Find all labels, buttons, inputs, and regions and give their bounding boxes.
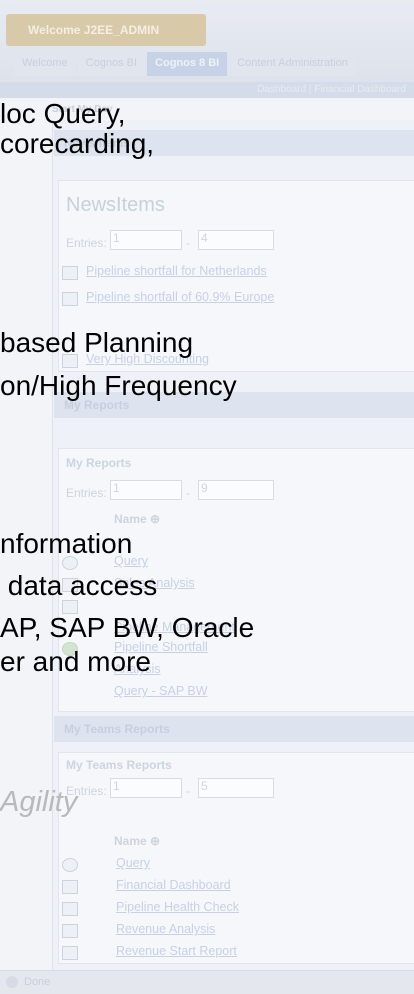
slide-line-scorecarding: corecarding, [0, 128, 155, 159]
slide-text-overlay: loc Query, corecarding, based Planning o… [0, 0, 414, 993]
slide-line-agility: Agility [0, 786, 78, 818]
slide-line-adhoc-query: loc Query, [0, 98, 126, 129]
slide-line-sap-oracle: AP, SAP BW, Oracle [0, 612, 255, 643]
slide-line-and-more: er and more [0, 646, 151, 677]
slide-line-data-access: data access [0, 570, 158, 601]
slide-line-based-planning: based Planning [0, 327, 194, 358]
slide-line-high-frequency: on/High Frequency [0, 370, 237, 401]
slide-line-information: nformation [0, 528, 133, 559]
